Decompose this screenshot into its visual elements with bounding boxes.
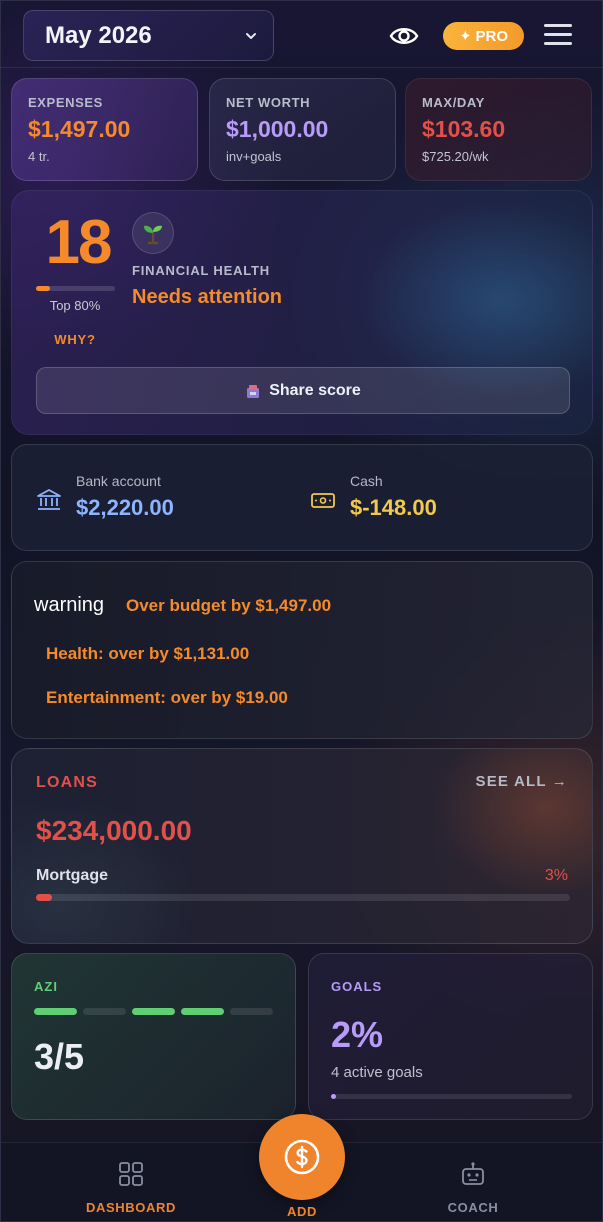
stat-sub: $725.20/wk bbox=[422, 149, 489, 164]
why-link[interactable]: WHY? bbox=[32, 332, 118, 347]
nav-dashboard-label: DASHBOARD bbox=[86, 1200, 176, 1215]
account-bank[interactable]: Bank account $2,220.00 bbox=[36, 473, 174, 521]
azi-segment bbox=[132, 1008, 175, 1015]
health-score: 18 bbox=[45, 208, 113, 277]
share-score-label: Share score bbox=[269, 381, 361, 399]
nav-coach-label: COACH bbox=[447, 1200, 499, 1215]
share-score-button[interactable]: Share score bbox=[36, 367, 570, 414]
hamburger-menu-icon[interactable] bbox=[544, 24, 572, 46]
stat-card-max-day[interactable]: MAX/DAY $103.60 $725.20/wk bbox=[405, 78, 592, 181]
accounts-card: Bank account $2,220.00 Cash $-148.00 bbox=[11, 444, 593, 551]
cash-icon bbox=[311, 493, 335, 508]
health-score-bar bbox=[36, 286, 115, 291]
warning-item: Health: over by $1,131.00 bbox=[46, 644, 250, 663]
account-value: $2,220.00 bbox=[76, 495, 174, 520]
account-label: Bank account bbox=[76, 473, 161, 489]
goals-progress-bar bbox=[331, 1094, 572, 1099]
goals-value: 2% bbox=[331, 1014, 384, 1055]
stat-value: $103.60 bbox=[422, 116, 506, 142]
account-label: Cash bbox=[350, 473, 383, 489]
financial-health-label: FINANCIAL HEALTH bbox=[132, 263, 270, 278]
stat-card-net-worth[interactable]: NET WORTH $1,000.00 inv+goals bbox=[209, 78, 396, 181]
add-transaction-button[interactable] bbox=[259, 1114, 345, 1200]
azi-segment bbox=[83, 1008, 126, 1015]
sprout-icon bbox=[132, 212, 174, 254]
account-cash[interactable]: Cash $-148.00 bbox=[310, 473, 437, 521]
azi-segment bbox=[34, 1008, 77, 1015]
stat-label: EXPENSES bbox=[28, 95, 103, 110]
warning-title: Over budget by $1,497.00 bbox=[126, 596, 332, 615]
goals-title: GOALS bbox=[331, 979, 383, 994]
stat-label: MAX/DAY bbox=[422, 95, 485, 110]
warning-item: Entertainment: over by $19.00 bbox=[46, 688, 288, 707]
azi-segment bbox=[181, 1008, 224, 1015]
account-value: $-148.00 bbox=[350, 495, 437, 520]
stat-sub: inv+goals bbox=[226, 149, 282, 164]
stat-card-expenses[interactable]: EXPENSES $1,497.00 4 tr. bbox=[11, 78, 198, 181]
budget-warning-card: warning Over budget by $1,497.00 Health:… bbox=[11, 561, 593, 739]
financial-health-card: 18 Top 80% WHY? FINANCIAL HEALTH Needs a… bbox=[11, 190, 593, 435]
robot-icon bbox=[462, 1162, 484, 1185]
chevron-down-icon bbox=[246, 32, 256, 39]
azi-title: AZI bbox=[34, 979, 58, 994]
stat-value: $1,000.00 bbox=[226, 116, 329, 142]
stat-label: NET WORTH bbox=[226, 95, 311, 110]
loan-percent: 3% bbox=[544, 867, 568, 884]
month-label: May 2026 bbox=[45, 21, 152, 49]
loans-total: $234,000.00 bbox=[36, 815, 192, 846]
loan-progress-bar bbox=[36, 894, 570, 901]
grid-icon bbox=[119, 1162, 143, 1186]
azi-value: 3/5 bbox=[34, 1036, 85, 1077]
azi-segment bbox=[230, 1008, 273, 1015]
goals-sub: 4 active goals bbox=[331, 1064, 423, 1081]
loans-title: LOANS bbox=[36, 774, 98, 791]
share-icon bbox=[247, 384, 260, 398]
pro-badge[interactable]: ✦ PRO bbox=[443, 22, 524, 50]
warning-icon: warning bbox=[34, 594, 105, 616]
loan-progress-fill bbox=[36, 894, 53, 901]
financial-health-status: Needs attention bbox=[132, 286, 283, 308]
health-score-fill bbox=[36, 286, 51, 291]
header: May 2026 ✦ PRO bbox=[0, 0, 603, 68]
eye-icon[interactable] bbox=[388, 22, 420, 50]
add-label: ADD bbox=[287, 1204, 317, 1219]
sparkle-icon: ✦ bbox=[458, 28, 472, 45]
azi-card[interactable]: AZI 3/5 bbox=[11, 953, 296, 1120]
azi-segments bbox=[34, 1008, 273, 1015]
nav-coach[interactable]: COACH bbox=[408, 1161, 538, 1215]
pro-label: PRO bbox=[475, 27, 509, 45]
see-all-link[interactable]: SEE ALL → bbox=[476, 773, 568, 790]
stat-value: $1,497.00 bbox=[28, 116, 131, 142]
nav-dashboard[interactable]: DASHBOARD bbox=[66, 1161, 196, 1215]
stat-sub: 4 tr. bbox=[28, 149, 50, 164]
goals-card[interactable]: GOALS 2% 4 active goals bbox=[308, 953, 593, 1120]
dollar-icon bbox=[284, 1139, 320, 1175]
health-rank: Top 80% bbox=[49, 298, 101, 313]
loan-name: Mortgage bbox=[36, 867, 108, 884]
loans-card: LOANS SEE ALL → $234,000.00 Mortgage 3% bbox=[11, 748, 593, 944]
month-selector[interactable]: May 2026 bbox=[23, 10, 274, 61]
goals-progress-fill bbox=[331, 1094, 336, 1099]
bank-icon bbox=[37, 489, 61, 510]
